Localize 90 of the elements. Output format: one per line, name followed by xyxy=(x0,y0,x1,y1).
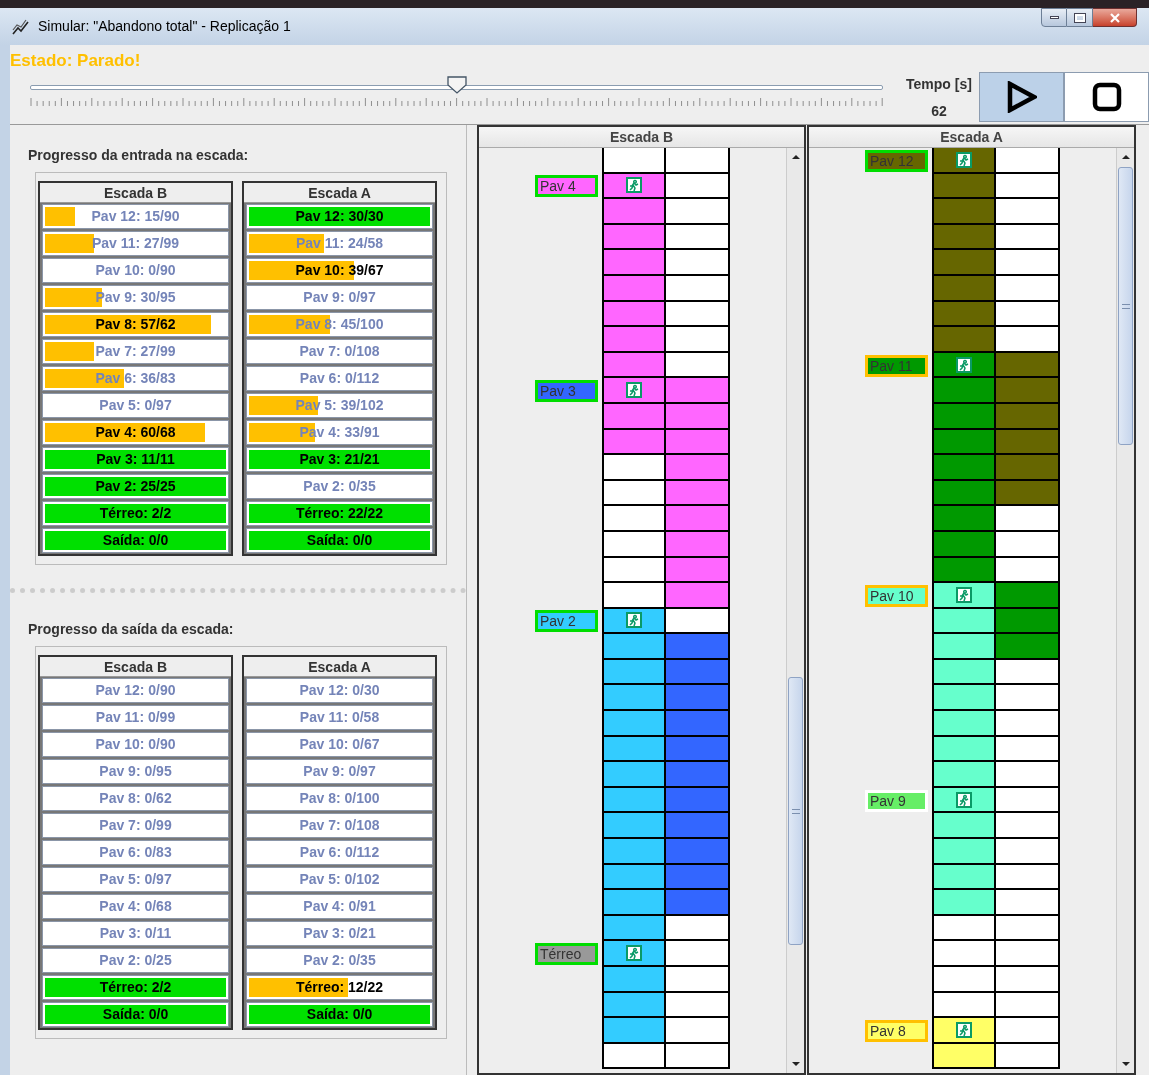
progress-label: Saída: 0/0 xyxy=(306,531,373,550)
progress-label: Pav 3: 0/21 xyxy=(303,924,376,943)
exit-sign-icon xyxy=(956,356,972,373)
floor-label: Pav 8 xyxy=(865,1020,928,1042)
progress-label: Pav 8: 0/100 xyxy=(299,789,380,808)
column-header: Escada A xyxy=(244,657,435,677)
progress-label: Pav 12: 0/30 xyxy=(299,681,380,700)
progress-label: Pav 6: 36/83 xyxy=(95,369,176,388)
progress-label: Pav 11: 0/99 xyxy=(95,708,176,727)
exit-sign-icon xyxy=(626,612,642,629)
progress-label: Pav 3: 11/11 xyxy=(96,450,175,469)
status-text: Estado: Parado! xyxy=(10,50,142,72)
progress-label: Pav 8: 57/62 xyxy=(95,315,176,334)
progress-label: Pav 10: 0/67 xyxy=(299,735,380,754)
progress-label: Pav 8: 45/100 xyxy=(295,315,384,334)
floor-label: Pav 3 xyxy=(535,380,598,403)
progress-label: Pav 12: 0/90 xyxy=(95,681,176,700)
progress-label: Pav 4: 0/91 xyxy=(303,897,376,916)
progress-label: Pav 3: 0/11 xyxy=(99,924,172,943)
window-title: Simular: "Abandono total" - Replicação 1 xyxy=(38,17,291,36)
progress-label: Pav 7: 0/108 xyxy=(299,816,380,835)
exit-sign-icon xyxy=(956,151,972,168)
exit-sign-icon xyxy=(626,177,642,194)
progress-label: Pav 7: 27/99 xyxy=(95,342,176,361)
progress-label: Pav 10: 0/90 xyxy=(95,735,176,754)
progress-label: Pav 5: 0/97 xyxy=(99,396,172,415)
progress-label: Saída: 0/0 xyxy=(306,1005,373,1024)
slider-thumb[interactable] xyxy=(446,76,467,94)
progress-label: Pav 5: 0/102 xyxy=(299,870,380,889)
progress-label: Pav 11: 0/58 xyxy=(299,708,380,727)
section-title: Progresso da saída da escada: xyxy=(28,620,235,637)
progress-label: Térreo: 22/22 xyxy=(295,504,384,523)
floor-label: Pav 4 xyxy=(535,175,598,198)
stop-icon xyxy=(1091,82,1122,112)
exit-sign-icon xyxy=(956,586,972,603)
progress-label: Térreo: 2/2 xyxy=(99,504,172,523)
scrollbar-thumb[interactable] xyxy=(1118,167,1133,445)
exit-sign-icon xyxy=(956,1022,972,1038)
section-title: Progresso da entrada na escada: xyxy=(28,146,250,163)
progress-label: Pav 7: 0/108 xyxy=(299,342,380,361)
progress-label: Pav 2: 0/25 xyxy=(99,951,172,970)
progress-label: Pav 2: 0/35 xyxy=(303,477,376,496)
progress-label: Pav 9: 0/97 xyxy=(303,288,376,307)
scrollbar[interactable] xyxy=(786,148,804,1073)
progress-label: Pav 6: 0/112 xyxy=(299,843,380,862)
close-button[interactable] xyxy=(1093,8,1137,27)
floor-label: Pav 2 xyxy=(535,610,598,633)
progress-label: Saída: 0/0 xyxy=(102,1005,169,1024)
progress-label: Pav 6: 0/83 xyxy=(99,843,172,862)
scrollbar[interactable] xyxy=(1116,148,1134,1073)
progress-label: Saída: 0/0 xyxy=(102,531,169,550)
scrollbar-thumb[interactable] xyxy=(788,677,803,945)
progress-label: Pav 8: 0/62 xyxy=(99,789,172,808)
exit-sign-icon xyxy=(956,791,972,808)
time-value: 62 xyxy=(931,102,947,121)
exit-sign-icon xyxy=(626,382,642,399)
progress-label: Pav 7: 0/99 xyxy=(99,816,172,835)
maximize-button[interactable] xyxy=(1067,8,1093,27)
progress-label: Térreo: 12/22 xyxy=(295,978,384,997)
progress-label: Pav 11: 24/58 xyxy=(295,234,384,253)
progress-label: Pav 10: 0/90 xyxy=(95,261,176,280)
progress-label: Térreo: 2/2 xyxy=(99,978,172,997)
floor-label: Térreo xyxy=(535,943,598,966)
progress-label: Pav 2: 25/25 xyxy=(95,477,176,496)
stop-button[interactable] xyxy=(1064,72,1149,122)
progress-label: Pav 4: 60/68 xyxy=(95,423,176,442)
chart-line-icon xyxy=(12,18,30,35)
column-header: Escada A xyxy=(244,183,435,203)
progress-label: Pav 9: 0/97 xyxy=(303,762,376,781)
column-header: Escada B xyxy=(40,183,231,203)
floor-label: Pav 9 xyxy=(865,789,928,812)
progress-label: Pav 3: 21/21 xyxy=(299,450,380,469)
floor-label: Pav 11 xyxy=(865,354,928,377)
progress-label: Pav 12: 30/30 xyxy=(295,207,384,226)
progress-label: Pav 4: 0/68 xyxy=(99,897,172,916)
play-button[interactable] xyxy=(979,72,1064,122)
progress-label: Pav 6: 0/112 xyxy=(299,369,380,388)
time-label: Tempo [s] xyxy=(906,75,972,94)
column-header: Escada B xyxy=(40,657,231,677)
progress-label: Pav 2: 0/35 xyxy=(303,951,376,970)
progress-label: Pav 12: 15/90 xyxy=(91,207,180,226)
progress-label: Pav 5: 0/97 xyxy=(99,870,172,889)
column-header: Escada A xyxy=(809,127,1134,148)
exit-sign-icon xyxy=(626,945,642,962)
column-header: Escada B xyxy=(479,127,804,148)
minimize-button[interactable] xyxy=(1041,8,1067,27)
progress-label: Pav 9: 0/95 xyxy=(99,762,172,781)
close-icon xyxy=(1109,12,1120,23)
play-icon xyxy=(1006,81,1037,113)
floor-label: Pav 10 xyxy=(865,584,928,607)
